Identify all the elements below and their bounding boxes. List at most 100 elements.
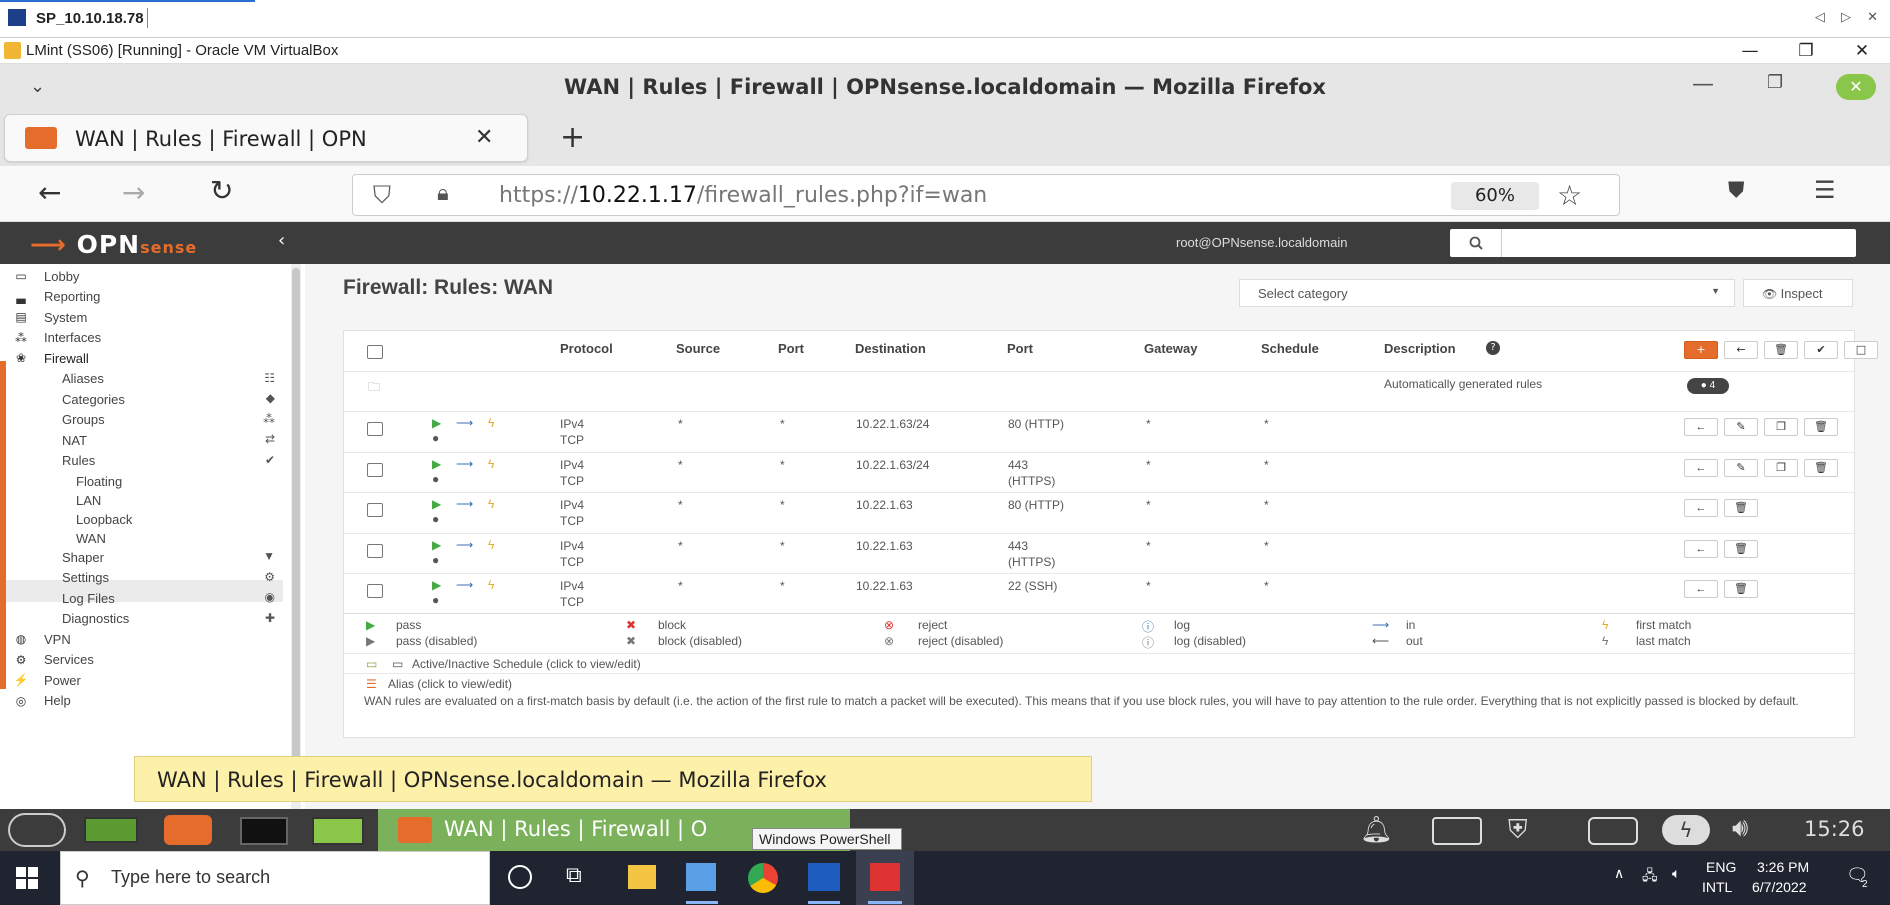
move-rule-button[interactable]: ← xyxy=(1684,580,1718,598)
rule-dest-port-name[interactable]: (HTTPS) xyxy=(1008,473,1055,489)
rule-destination[interactable]: 10.22.1.63 xyxy=(856,578,913,594)
lock-icon[interactable]: 🔒︎ xyxy=(437,181,449,206)
restore-icon[interactable]: ❐ xyxy=(1778,38,1834,64)
volume-icon[interactable]: 🔊︎ xyxy=(1732,813,1748,844)
lang-code[interactable]: ENG xyxy=(1706,859,1736,875)
rule-checkbox[interactable] xyxy=(367,503,383,517)
close-icon[interactable]: ✕ xyxy=(1834,38,1890,64)
rule-dest-port[interactable]: 22 (SSH) xyxy=(1008,578,1057,594)
scrollbar-thumb[interactable] xyxy=(292,268,300,768)
restore-icon[interactable]: ❐ xyxy=(1767,72,1783,93)
inspect-button[interactable]: 👁︎ Inspect xyxy=(1743,279,1853,307)
windows-start-icon[interactable] xyxy=(16,867,38,889)
schedule-note[interactable]: Active/Inactive Schedule (click to view/… xyxy=(412,657,641,671)
windows-search-box[interactable]: ⚲ Type here to search xyxy=(60,851,490,905)
close-icon[interactable]: ✕ xyxy=(1836,74,1876,100)
power-icon[interactable]: ϟ xyxy=(1662,815,1710,845)
auto-rules-count[interactable]: ● 4 xyxy=(1687,378,1729,394)
category-select[interactable]: Select category ▼ xyxy=(1239,279,1735,307)
rule-checkbox[interactable] xyxy=(367,543,383,558)
pass-icon[interactable]: ▶ xyxy=(432,577,441,593)
rule-dest-port[interactable]: 80 (HTTP) xyxy=(1008,497,1064,513)
powershell-icon[interactable] xyxy=(808,863,840,891)
rule-dest-port-name[interactable]: (HTTPS) xyxy=(1008,554,1055,570)
search-icon[interactable] xyxy=(1450,229,1502,257)
zoom-level[interactable]: 60% xyxy=(1451,182,1539,210)
select-all-checkbox[interactable] xyxy=(367,345,383,359)
minimize-icon[interactable]: — xyxy=(1692,72,1714,97)
terminal-icon[interactable] xyxy=(240,817,288,845)
log-icon[interactable]: ● xyxy=(432,552,439,568)
delete-rule-button[interactable]: 🗑︎ xyxy=(1724,580,1758,598)
network-icon[interactable]: 🖧︎ xyxy=(1642,865,1658,889)
firefox-launcher-icon[interactable] xyxy=(164,815,212,845)
add-rule-button[interactable]: + xyxy=(1684,341,1718,359)
new-tab-icon[interactable]: + xyxy=(560,120,585,155)
close-tab-icon[interactable]: ✕ xyxy=(475,125,493,150)
menu-icon[interactable]: ☰ xyxy=(1814,176,1836,204)
enable-selected-button[interactable]: ✔ xyxy=(1804,341,1838,359)
show-desktop-icon[interactable] xyxy=(84,817,138,843)
help-icon[interactable]: ? xyxy=(1486,341,1500,355)
log-icon[interactable]: ● xyxy=(432,511,439,527)
opnsense-logo[interactable]: ⟶ OPNsense xyxy=(30,230,197,259)
rule-destination[interactable]: 10.22.1.63/24 xyxy=(856,416,929,432)
files-icon[interactable] xyxy=(312,817,364,845)
rule-checkbox[interactable] xyxy=(367,584,383,598)
log-icon[interactable]: ● xyxy=(432,592,439,608)
tab-active[interactable]: WAN | Rules | Firewall | OPN ✕ xyxy=(4,114,528,162)
rule-destination[interactable]: 10.22.1.63 xyxy=(856,538,913,554)
tray-date[interactable]: 6/7/2022 xyxy=(1752,879,1807,895)
folder-icon[interactable]: 🗀 xyxy=(368,378,380,399)
shield-icon[interactable]: ⛉ xyxy=(373,181,391,209)
forward-icon[interactable]: → xyxy=(122,176,145,209)
chevron-up-icon[interactable]: ∧ xyxy=(1614,865,1624,882)
rule-checkbox[interactable] xyxy=(367,422,383,436)
file-explorer-icon[interactable] xyxy=(628,865,656,889)
clone-rule-button[interactable]: ❐ xyxy=(1764,418,1798,436)
mint-clock[interactable]: 15:26 xyxy=(1804,817,1865,841)
delete-rule-button[interactable]: 🗑︎ xyxy=(1804,458,1838,477)
alias-note[interactable]: Alias (click to view/edit) xyxy=(388,677,512,691)
display-icon[interactable] xyxy=(1588,817,1638,845)
edit-rule-button[interactable]: ✎ xyxy=(1724,418,1758,436)
pass-icon[interactable]: ▶ xyxy=(432,415,441,431)
mint-menu-icon[interactable] xyxy=(8,813,66,847)
tray-time[interactable]: 3:26 PM xyxy=(1757,859,1809,875)
edit-rule-button[interactable]: ✎ xyxy=(1724,458,1758,477)
rule-dest-port[interactable]: 443 xyxy=(1008,538,1028,554)
reload-icon[interactable]: ↻ xyxy=(210,174,233,207)
cortana-icon[interactable] xyxy=(508,865,532,889)
bell-icon[interactable]: 🔔︎ xyxy=(1360,815,1393,845)
log-icon[interactable]: ● xyxy=(432,471,439,487)
rule-checkbox[interactable] xyxy=(367,462,383,477)
delete-rule-button[interactable]: 🗑︎ xyxy=(1804,418,1838,436)
user-link[interactable]: root@OPNsense.localdomain xyxy=(1176,235,1347,250)
pass-icon[interactable]: ▶ xyxy=(432,496,441,512)
minimize-icon[interactable]: — xyxy=(1722,38,1778,64)
task-view-icon[interactable]: ⧉ xyxy=(566,863,582,888)
clone-rule-button[interactable]: ❐ xyxy=(1764,458,1798,477)
clipboard-icon[interactable] xyxy=(1432,817,1482,845)
move-rule-button[interactable]: ← xyxy=(1684,418,1718,436)
pocket-icon[interactable]: ⛊ xyxy=(1728,178,1745,203)
shield-icon[interactable]: ⛨ xyxy=(1508,815,1528,846)
lang-layout[interactable]: INTL xyxy=(1702,879,1732,895)
pass-icon[interactable]: ▶ xyxy=(432,456,441,472)
back-icon[interactable]: ← xyxy=(38,176,61,209)
delete-rule-button[interactable]: 🗑︎ xyxy=(1724,499,1758,517)
sidebar-scrollbar[interactable] xyxy=(291,264,301,809)
chrome-icon[interactable] xyxy=(748,863,778,893)
volume-muted-icon[interactable]: 🔈︎ xyxy=(1672,865,1680,882)
move-rule-button[interactable]: ← xyxy=(1684,499,1718,517)
delete-selected-button[interactable]: 🗑︎ xyxy=(1764,341,1798,359)
star-icon[interactable]: ☆ xyxy=(1557,179,1582,212)
sidebar-item-help[interactable]: ◎ Help xyxy=(0,689,285,713)
pass-icon[interactable]: ▶ xyxy=(432,537,441,553)
rule-destination[interactable]: 10.22.1.63 xyxy=(856,497,913,513)
log-icon[interactable]: ● xyxy=(432,430,439,446)
delete-rule-button[interactable]: 🗑︎ xyxy=(1724,539,1758,558)
rdp-nav-icon[interactable]: ◁ ▷ ✕ xyxy=(1815,10,1884,25)
url-bar[interactable]: ⛉ 🔒︎ https://10.22.1.17/firewall_rules.p… xyxy=(352,174,1620,216)
rdp-taskbar-item[interactable] xyxy=(856,851,914,905)
